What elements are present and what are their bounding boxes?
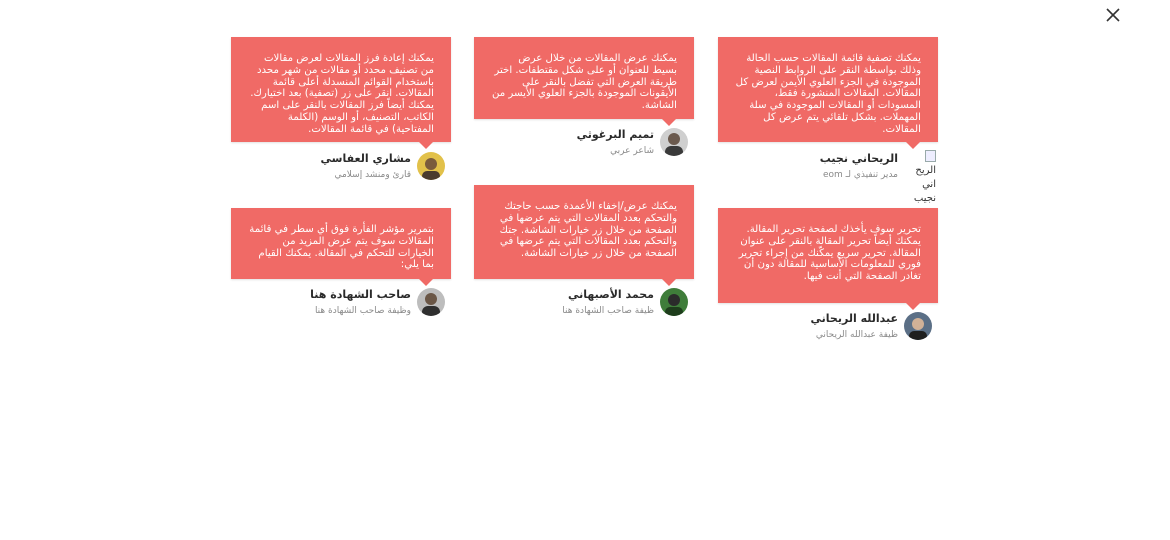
- testimonial-text: تحرير سوف يأخذك لصفحة تحرير المقالة. يمك…: [718, 208, 938, 310]
- testimonial-author: محمد الأصبهاني ظيفة صاحب الشهادة هنا: [474, 288, 694, 332]
- testimonial-card: يمكنك عرض المقالات من خلال عرض بسيط للعن…: [474, 37, 694, 156]
- testimonial-author: الريح اني نجيب الريحاني نجيب مدير تنفيذي…: [718, 150, 938, 204]
- testimonial-card: يمكنك إعادة فرز المقالات لعرض مقالات من …: [231, 37, 451, 180]
- avatar: [660, 288, 688, 316]
- author-name: الريحاني نجيب: [819, 152, 898, 165]
- testimonial-card: تحرير سوف يأخذك لصفحة تحرير المقالة. يمك…: [718, 208, 938, 340]
- testimonial-card: بتمرير مؤشر الفأرة فوق أي سطر في قائمة ا…: [231, 208, 451, 316]
- avatar: الريح اني نجيب: [906, 150, 936, 206]
- testimonial-text: يمكنك عرض المقالات من خلال عرض بسيط للعن…: [474, 37, 694, 126]
- avatar: [417, 288, 445, 316]
- author-role: وظيفة صاحب الشهادة هنا: [314, 306, 411, 316]
- author-role: ظيفة صاحب الشهادة هنا: [562, 306, 654, 316]
- testimonial-card: يمكنك تصفية قائمة المقالات حسب الحالة وذ…: [718, 37, 938, 204]
- author-role: قارئ ومنشد إسلامي: [334, 170, 411, 180]
- testimonial-text: يمكنك تصفية قائمة المقالات حسب الحالة وذ…: [718, 37, 938, 149]
- testimonial-text: يمكنك عرض/إخفاء الأعمدة حسب حاجتك والتحك…: [474, 185, 694, 286]
- avatar: [904, 312, 932, 340]
- testimonial-author: عبدالله الريحاني ظيفة عبدالله الريحاني: [718, 312, 938, 356]
- author-name: محمد الأصبهاني: [567, 288, 654, 301]
- testimonial-card: يمكنك عرض/إخفاء الأعمدة حسب حاجتك والتحك…: [474, 185, 694, 316]
- avatar: [417, 152, 445, 180]
- author-role: مدير تنفيذي لـ eom: [822, 170, 898, 180]
- testimonial-text: يمكنك إعادة فرز المقالات لعرض مقالات من …: [231, 37, 451, 149]
- author-name: تميم البرغوثي: [576, 128, 654, 141]
- author-name: صاحب الشهادة هنا: [310, 288, 411, 301]
- avatar: [660, 128, 688, 156]
- broken-image-icon: [925, 150, 936, 162]
- author-name: عبدالله الريحاني: [810, 312, 898, 325]
- testimonial-author: مشاري العفاسي قارئ ومنشد إسلامي: [231, 152, 451, 196]
- author-role: شاعر عربي: [610, 146, 654, 156]
- author-name: مشاري العفاسي: [320, 152, 411, 165]
- testimonial-author: تميم البرغوثي شاعر عربي: [474, 128, 694, 172]
- close-button[interactable]: [1103, 5, 1123, 25]
- close-icon: [1106, 8, 1120, 22]
- testimonial-author: صاحب الشهادة هنا وظيفة صاحب الشهادة هنا: [231, 288, 451, 332]
- author-role: ظيفة عبدالله الريحاني: [815, 330, 898, 340]
- testimonial-text: بتمرير مؤشر الفأرة فوق أي سطر في قائمة ا…: [231, 208, 451, 286]
